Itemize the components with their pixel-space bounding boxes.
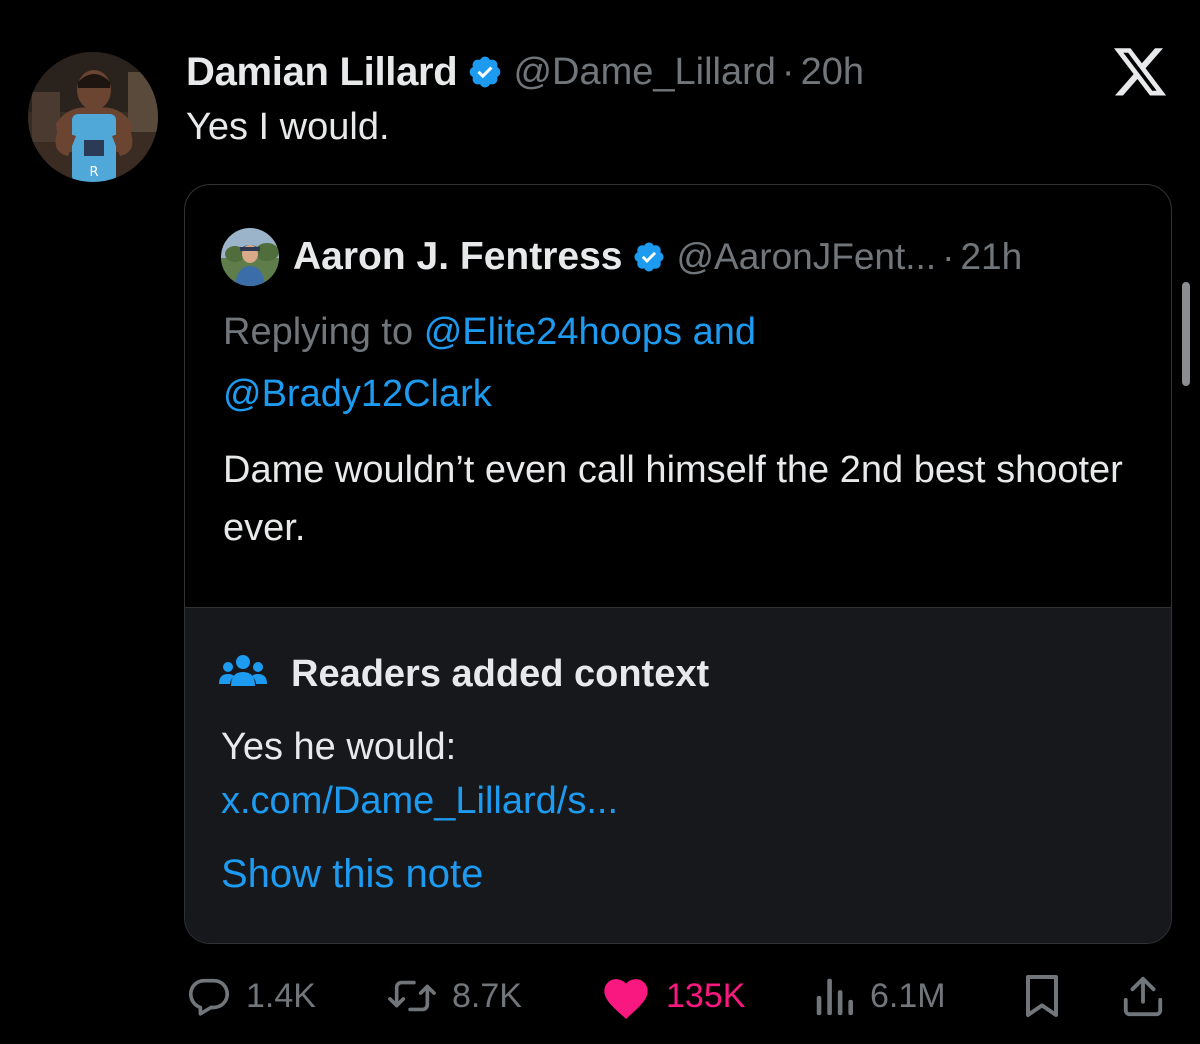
quoted-tweet-text: Dame wouldn’t even call himself the 2nd … (223, 449, 1123, 549)
like-button[interactable]: 135K (600, 966, 745, 1026)
mention-link[interactable]: @Brady12Clark (223, 373, 492, 415)
tweet-header: Damian Lillard @Dame_Lillard · 20h (186, 46, 864, 98)
x-logo-icon (1114, 48, 1168, 98)
author-handle[interactable]: @Dame_Lillard (513, 51, 775, 94)
quoted-author-handle[interactable]: @AaronJFent... (676, 236, 936, 278)
heart-icon (600, 972, 652, 1020)
bookmark-icon (1020, 972, 1064, 1020)
verified-badge-icon (467, 54, 503, 90)
community-note-link[interactable]: x.com/Dame_Lillard/s... (221, 774, 618, 828)
share-icon (1120, 972, 1166, 1020)
reply-icon (186, 973, 232, 1019)
quoted-author-avatar[interactable] (221, 228, 279, 286)
replying-to-line: Replying to @Elite24hoops and @Brady12Cl… (223, 301, 1123, 425)
separator-dot: · (781, 50, 795, 93)
quoted-tweet-header: Aaron J. Fentress @AaronJFent... · 21h (221, 227, 1022, 287)
community-note-header: Readers added context (219, 652, 709, 696)
replying-to-label: Replying to (223, 311, 414, 353)
reply-count: 1.4K (246, 976, 316, 1015)
author-name[interactable]: Damian Lillard (186, 50, 458, 95)
author-avatar[interactable]: R (28, 52, 158, 182)
scrollbar-thumb[interactable] (1182, 282, 1190, 386)
view-count: 6.1M (870, 976, 946, 1015)
quoted-post-time[interactable]: 21h (960, 236, 1022, 278)
views-icon (812, 973, 856, 1019)
share-button[interactable] (1120, 966, 1166, 1026)
community-note[interactable]: Readers added context Yes he would: x.co… (185, 607, 1171, 943)
show-note-button[interactable]: Show this note (221, 846, 483, 902)
tweet-text: Yes I would. (186, 106, 390, 148)
community-note-body: Yes he would: (221, 726, 457, 768)
reply-button[interactable]: 1.4K (186, 966, 316, 1026)
action-bar: 1.4K 8.7K 135K 6.1M (0, 966, 1200, 1026)
bookmark-button[interactable] (1020, 966, 1064, 1026)
avatar-jersey-letter: R (89, 165, 98, 180)
people-icon (219, 652, 267, 697)
verified-badge-icon (632, 240, 666, 274)
repost-count: 8.7K (452, 976, 522, 1015)
mention-link[interactable]: @Elite24hoops (424, 311, 682, 353)
quoted-tweet-card[interactable]: Aaron J. Fentress @AaronJFent... · 21h R… (184, 184, 1172, 944)
separator-dot: · (942, 236, 955, 277)
repost-icon (386, 973, 438, 1019)
post-time[interactable]: 20h (801, 51, 864, 94)
quoted-author-name[interactable]: Aaron J. Fentress (293, 235, 622, 279)
community-note-title: Readers added context (291, 652, 710, 695)
and-word: and (692, 311, 756, 353)
repost-button[interactable]: 8.7K (386, 966, 522, 1026)
views-button[interactable]: 6.1M (812, 966, 946, 1026)
like-count: 135K (666, 976, 746, 1015)
